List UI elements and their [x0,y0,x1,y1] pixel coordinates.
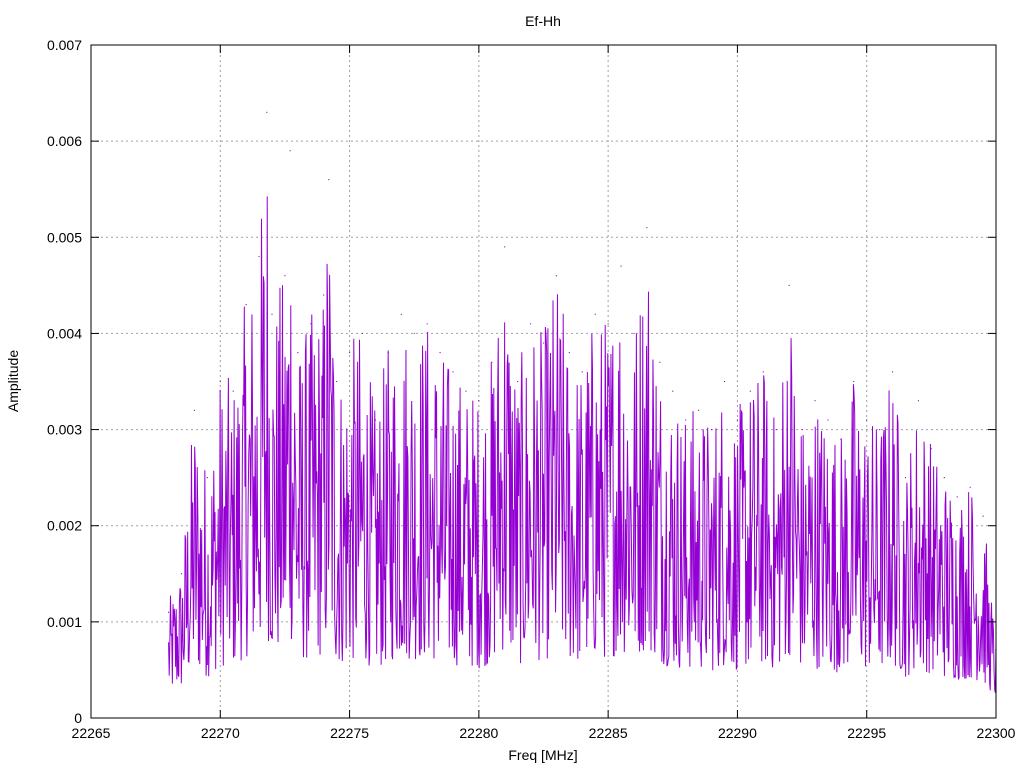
data-point [969,486,971,488]
data-point [982,515,984,517]
x-tick-label: 22265 [72,725,111,741]
y-tick-label: 0.005 [47,229,82,245]
x-axis-ticks: 22265 22270 22275 22280 22285 22290 22295 22300 [72,45,1016,741]
data-point [465,390,467,392]
data-point [232,390,234,392]
data-point [258,255,260,258]
data-point [491,361,493,363]
y-tick-label: 0.002 [47,518,82,534]
data-point [374,419,377,421]
data-point [387,352,389,354]
data-point [426,323,428,325]
chart-canvas: Ef-Hh 22265 22270 22275 22280 22285 22290 2229… [5,13,1016,763]
x-axis-label: Freq [MHz] [508,747,577,763]
data-point [361,332,364,335]
data-point [594,313,596,315]
chart-title: Ef-Hh [525,13,561,29]
data-point [504,246,506,248]
y-tick-label: 0 [74,710,82,726]
data-point [762,371,764,373]
data-point [400,313,402,315]
data-point [775,428,777,431]
data-point [814,400,816,402]
data-point [542,342,545,344]
data-point [672,390,674,392]
data-point [633,332,635,335]
data-point [297,352,299,354]
data-point [180,573,183,575]
y-tick-label: 0.006 [47,133,82,149]
data-point [439,352,441,354]
data-point [723,380,726,383]
data-point [245,303,247,306]
data-point [866,419,868,421]
x-tick-label: 22270 [201,725,240,741]
data-point [827,419,829,421]
data-point [167,611,170,613]
x-tick-label: 22285 [589,725,628,741]
data-point [284,275,286,277]
data-point [529,323,532,325]
data-point [452,371,454,373]
data-point [413,332,415,335]
y-tick-label: 0.003 [47,422,82,438]
data-point [891,371,894,373]
data-point [801,428,803,431]
data-point [879,428,881,431]
y-tick-label: 0.001 [47,614,82,630]
y-tick-label: 0.007 [47,37,82,53]
data-point [943,477,945,479]
data-point [266,111,268,113]
data-point [478,400,480,402]
y-tick-label: 0.004 [47,325,82,341]
data-point [517,380,519,383]
x-tick-label: 22290 [718,725,757,741]
data-point [581,371,583,373]
data-point [555,275,558,277]
x-tick-label: 22275 [330,725,369,741]
data-point [853,380,855,383]
x-tick-label: 22295 [847,725,886,741]
data-point [646,227,648,229]
data-point [310,323,312,325]
data-point [930,448,932,450]
data-point [659,361,661,363]
data-point [193,409,196,411]
plot-series [167,111,997,693]
data-point [219,380,221,383]
data-point [206,477,208,479]
data-point [289,150,291,152]
data-point [328,179,330,181]
data-point [323,294,325,296]
data-point [568,352,570,354]
data-point [336,380,338,383]
data-point [736,419,739,421]
data-point [607,323,609,325]
data-point [685,419,687,421]
data-point [840,438,842,440]
data-point [749,390,751,392]
data-point [348,352,351,354]
x-tick-label: 22280 [459,725,498,741]
data-point [788,284,790,286]
data-point [710,428,713,431]
data-point [698,409,700,411]
series-line [168,196,997,693]
data-point [956,496,958,498]
data-point [271,313,273,315]
data-point [620,265,622,267]
x-tick-label: 22300 [977,725,1016,741]
y-axis-label: Amplitude [5,350,21,412]
data-point [904,477,907,479]
data-point [917,400,920,402]
